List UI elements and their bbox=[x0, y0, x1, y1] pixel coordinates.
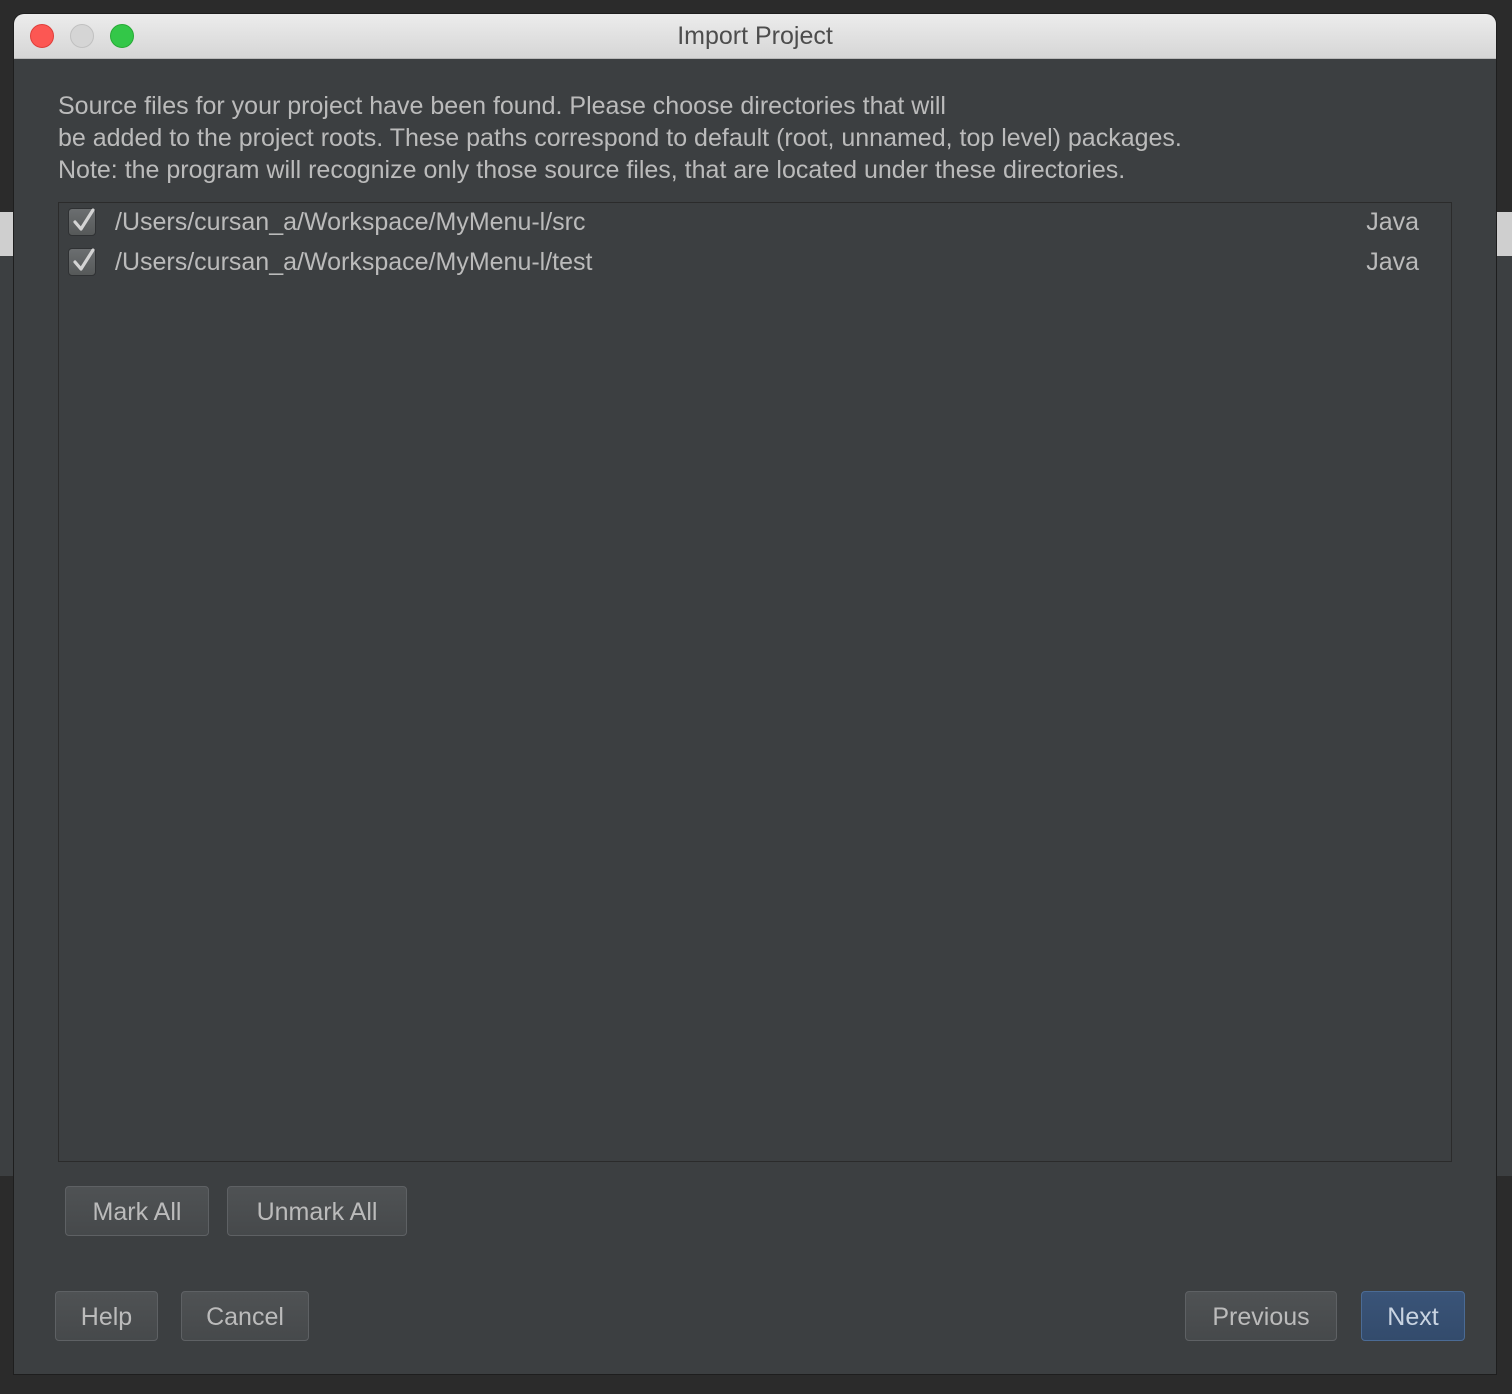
import-project-dialog: Import Project Source files for your pro… bbox=[14, 14, 1496, 1374]
source-root-checkbox[interactable] bbox=[68, 248, 96, 276]
source-root-checkbox[interactable] bbox=[68, 208, 96, 236]
description-text: Source files for your project have been … bbox=[58, 90, 1458, 186]
checkmark-icon bbox=[73, 248, 95, 271]
background-window-side-left bbox=[0, 256, 14, 1176]
source-root-row[interactable]: /Users/cursan_a/Workspace/MyMenu-l/test … bbox=[59, 243, 1451, 283]
source-roots-list[interactable]: /Users/cursan_a/Workspace/MyMenu-l/src J… bbox=[58, 202, 1452, 1162]
help-button[interactable]: Help bbox=[55, 1291, 158, 1341]
cancel-button[interactable]: Cancel bbox=[181, 1291, 309, 1341]
checkmark-icon bbox=[73, 208, 95, 231]
source-root-language: Java bbox=[1366, 248, 1419, 276]
description-line: be added to the project roots. These pat… bbox=[58, 124, 1182, 152]
unmark-all-button[interactable]: Unmark All bbox=[227, 1186, 407, 1236]
next-button[interactable]: Next bbox=[1361, 1291, 1465, 1341]
window-title: Import Project bbox=[677, 22, 833, 50]
source-root-language: Java bbox=[1366, 208, 1419, 236]
title-bar[interactable]: Import Project bbox=[14, 14, 1496, 59]
description-line: Note: the program will recognize only th… bbox=[58, 156, 1126, 184]
description-line: Source files for your project have been … bbox=[58, 92, 946, 120]
source-root-path: /Users/cursan_a/Workspace/MyMenu-l/test bbox=[115, 248, 593, 276]
background-window-edge-left bbox=[0, 212, 14, 256]
background-window-edge-right bbox=[1496, 212, 1512, 256]
mark-all-button[interactable]: Mark All bbox=[65, 1186, 209, 1236]
background-window-side-right bbox=[1496, 256, 1512, 1176]
previous-button[interactable]: Previous bbox=[1185, 1291, 1337, 1341]
source-root-path: /Users/cursan_a/Workspace/MyMenu-l/src bbox=[115, 208, 586, 236]
source-root-row[interactable]: /Users/cursan_a/Workspace/MyMenu-l/src J… bbox=[59, 203, 1451, 243]
